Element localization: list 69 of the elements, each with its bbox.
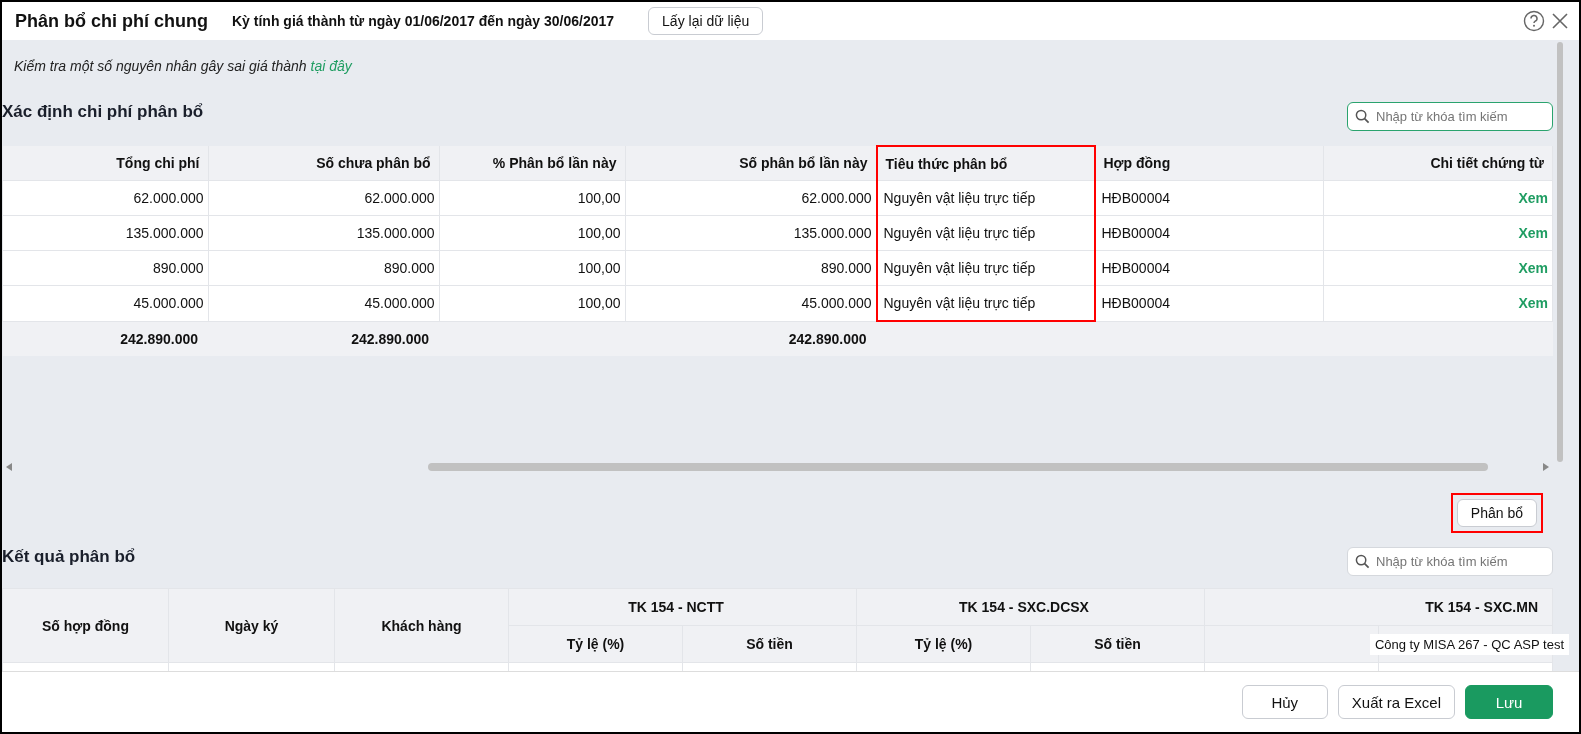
table-cell: Nguyên vật liệu trực tiếp: [883, 225, 1036, 241]
table-cell: HĐB00004: [1101, 295, 1170, 312]
column-header: Số phân bổ lần này: [625, 146, 877, 181]
column-header: Số tiền: [682, 625, 857, 663]
table-cell: 135.000.000: [356, 225, 435, 241]
close-icon[interactable]: [1551, 12, 1569, 30]
reload-button[interactable]: Lấy lại dữ liệu: [648, 7, 764, 35]
column-header: TK 154 - SXC.MN: [1204, 588, 1553, 626]
section-title: Kết quả phân bổ: [2, 547, 136, 567]
table-cell: 100,00: [577, 260, 621, 276]
column-header: TK 154 - NCTT: [508, 588, 857, 626]
help-icon[interactable]: [1523, 10, 1545, 32]
save-button[interactable]: Lưu: [1465, 685, 1553, 719]
section-title: Xác định chi phí phân bổ: [2, 102, 204, 122]
column-header: Tiêu thức phân bổ: [876, 146, 1095, 181]
column-header: Chi tiết chứng từ: [1323, 146, 1553, 181]
notice-link[interactable]: tại đây: [310, 58, 352, 74]
table-cell: HĐB00004: [1101, 225, 1170, 241]
table-cell: 45.000.000: [364, 295, 435, 312]
column-header: Số chưa phân bổ: [208, 146, 439, 181]
total-cell: 242.890.000: [351, 330, 429, 347]
footer-button[interactable]: Hủy: [1241, 685, 1328, 719]
period-label: Kỳ tính giá thành từ ngày 01/06/2017 đến ngày 30/06/2017: [232, 13, 615, 29]
search-icon: [1355, 554, 1370, 569]
footer-button[interactable]: Xuất ra Excel: [1337, 685, 1455, 719]
total-cell: 242.890.000: [788, 330, 867, 347]
table-cell: 890.000: [383, 260, 435, 276]
column-header: Số tiền: [1030, 625, 1205, 663]
scroll-right-icon[interactable]: [1543, 463, 1549, 471]
search-icon: [1355, 109, 1370, 124]
table-cell: 45.000.000: [801, 295, 872, 312]
table-cell: HĐB00004: [1101, 260, 1170, 276]
table-cell: 45.000.000: [133, 295, 204, 312]
view-link[interactable]: Xem: [1518, 295, 1548, 312]
column-header: Tổng chi phí: [2, 146, 208, 181]
table-cell: 890.000: [820, 260, 872, 276]
view-link[interactable]: Xem: [1518, 190, 1548, 206]
view-link[interactable]: Xem: [1518, 260, 1548, 276]
column-header: Khách hàng: [334, 588, 509, 663]
search-field[interactable]: Nhập từ khóa tìm kiếm: [1347, 102, 1553, 131]
column-header: Ngày ký: [168, 588, 335, 663]
table-cell: 100,00: [577, 225, 621, 241]
column-header: % Phân bổ lần này: [439, 146, 625, 181]
window-title: Phân bổ chi phí chung: [15, 10, 208, 32]
table-cell: 135.000.000: [793, 225, 872, 241]
table-cell: Nguyên vật liệu trực tiếp: [883, 260, 1036, 276]
table-cell: 100,00: [577, 190, 621, 206]
table-cell: 100,00: [577, 295, 621, 312]
table-cell: 890.000: [152, 260, 204, 276]
table-cell: 62.000.000: [801, 190, 872, 206]
table-cell: HĐB00004: [1101, 190, 1170, 206]
column-header: TK 154 - SXC.DCSX: [856, 588, 1205, 626]
table-cell: 62.000.000: [133, 190, 204, 206]
tooltip: Công ty MISA 267 - QC ASP test: [1369, 634, 1569, 655]
scrollbar[interactable]: [1557, 42, 1563, 462]
column-header: Tỷ lệ (%): [508, 625, 683, 663]
scrollbar-thumb[interactable]: [428, 463, 1488, 471]
table-cell: 135.000.000: [125, 225, 204, 241]
table-cell: Nguyên vật liệu trực tiếp: [883, 190, 1036, 206]
scroll-left-icon[interactable]: [6, 463, 12, 471]
notice-text: Kiểm tra một số nguyên nhân gây sai giá thành tại đây: [14, 58, 354, 74]
allocate-button[interactable]: Phân bổ: [1456, 499, 1537, 527]
column-header: Tỷ lệ (%): [856, 625, 1031, 663]
table-cell: Nguyên vật liệu trực tiếp: [883, 295, 1036, 311]
total-cell: 242.890.000: [120, 330, 198, 347]
column-header: Số hợp đồng: [2, 588, 169, 663]
view-link[interactable]: Xem: [1518, 225, 1548, 241]
column-header: Hợp đồng: [1094, 146, 1324, 181]
table-cell: 62.000.000: [364, 190, 435, 206]
